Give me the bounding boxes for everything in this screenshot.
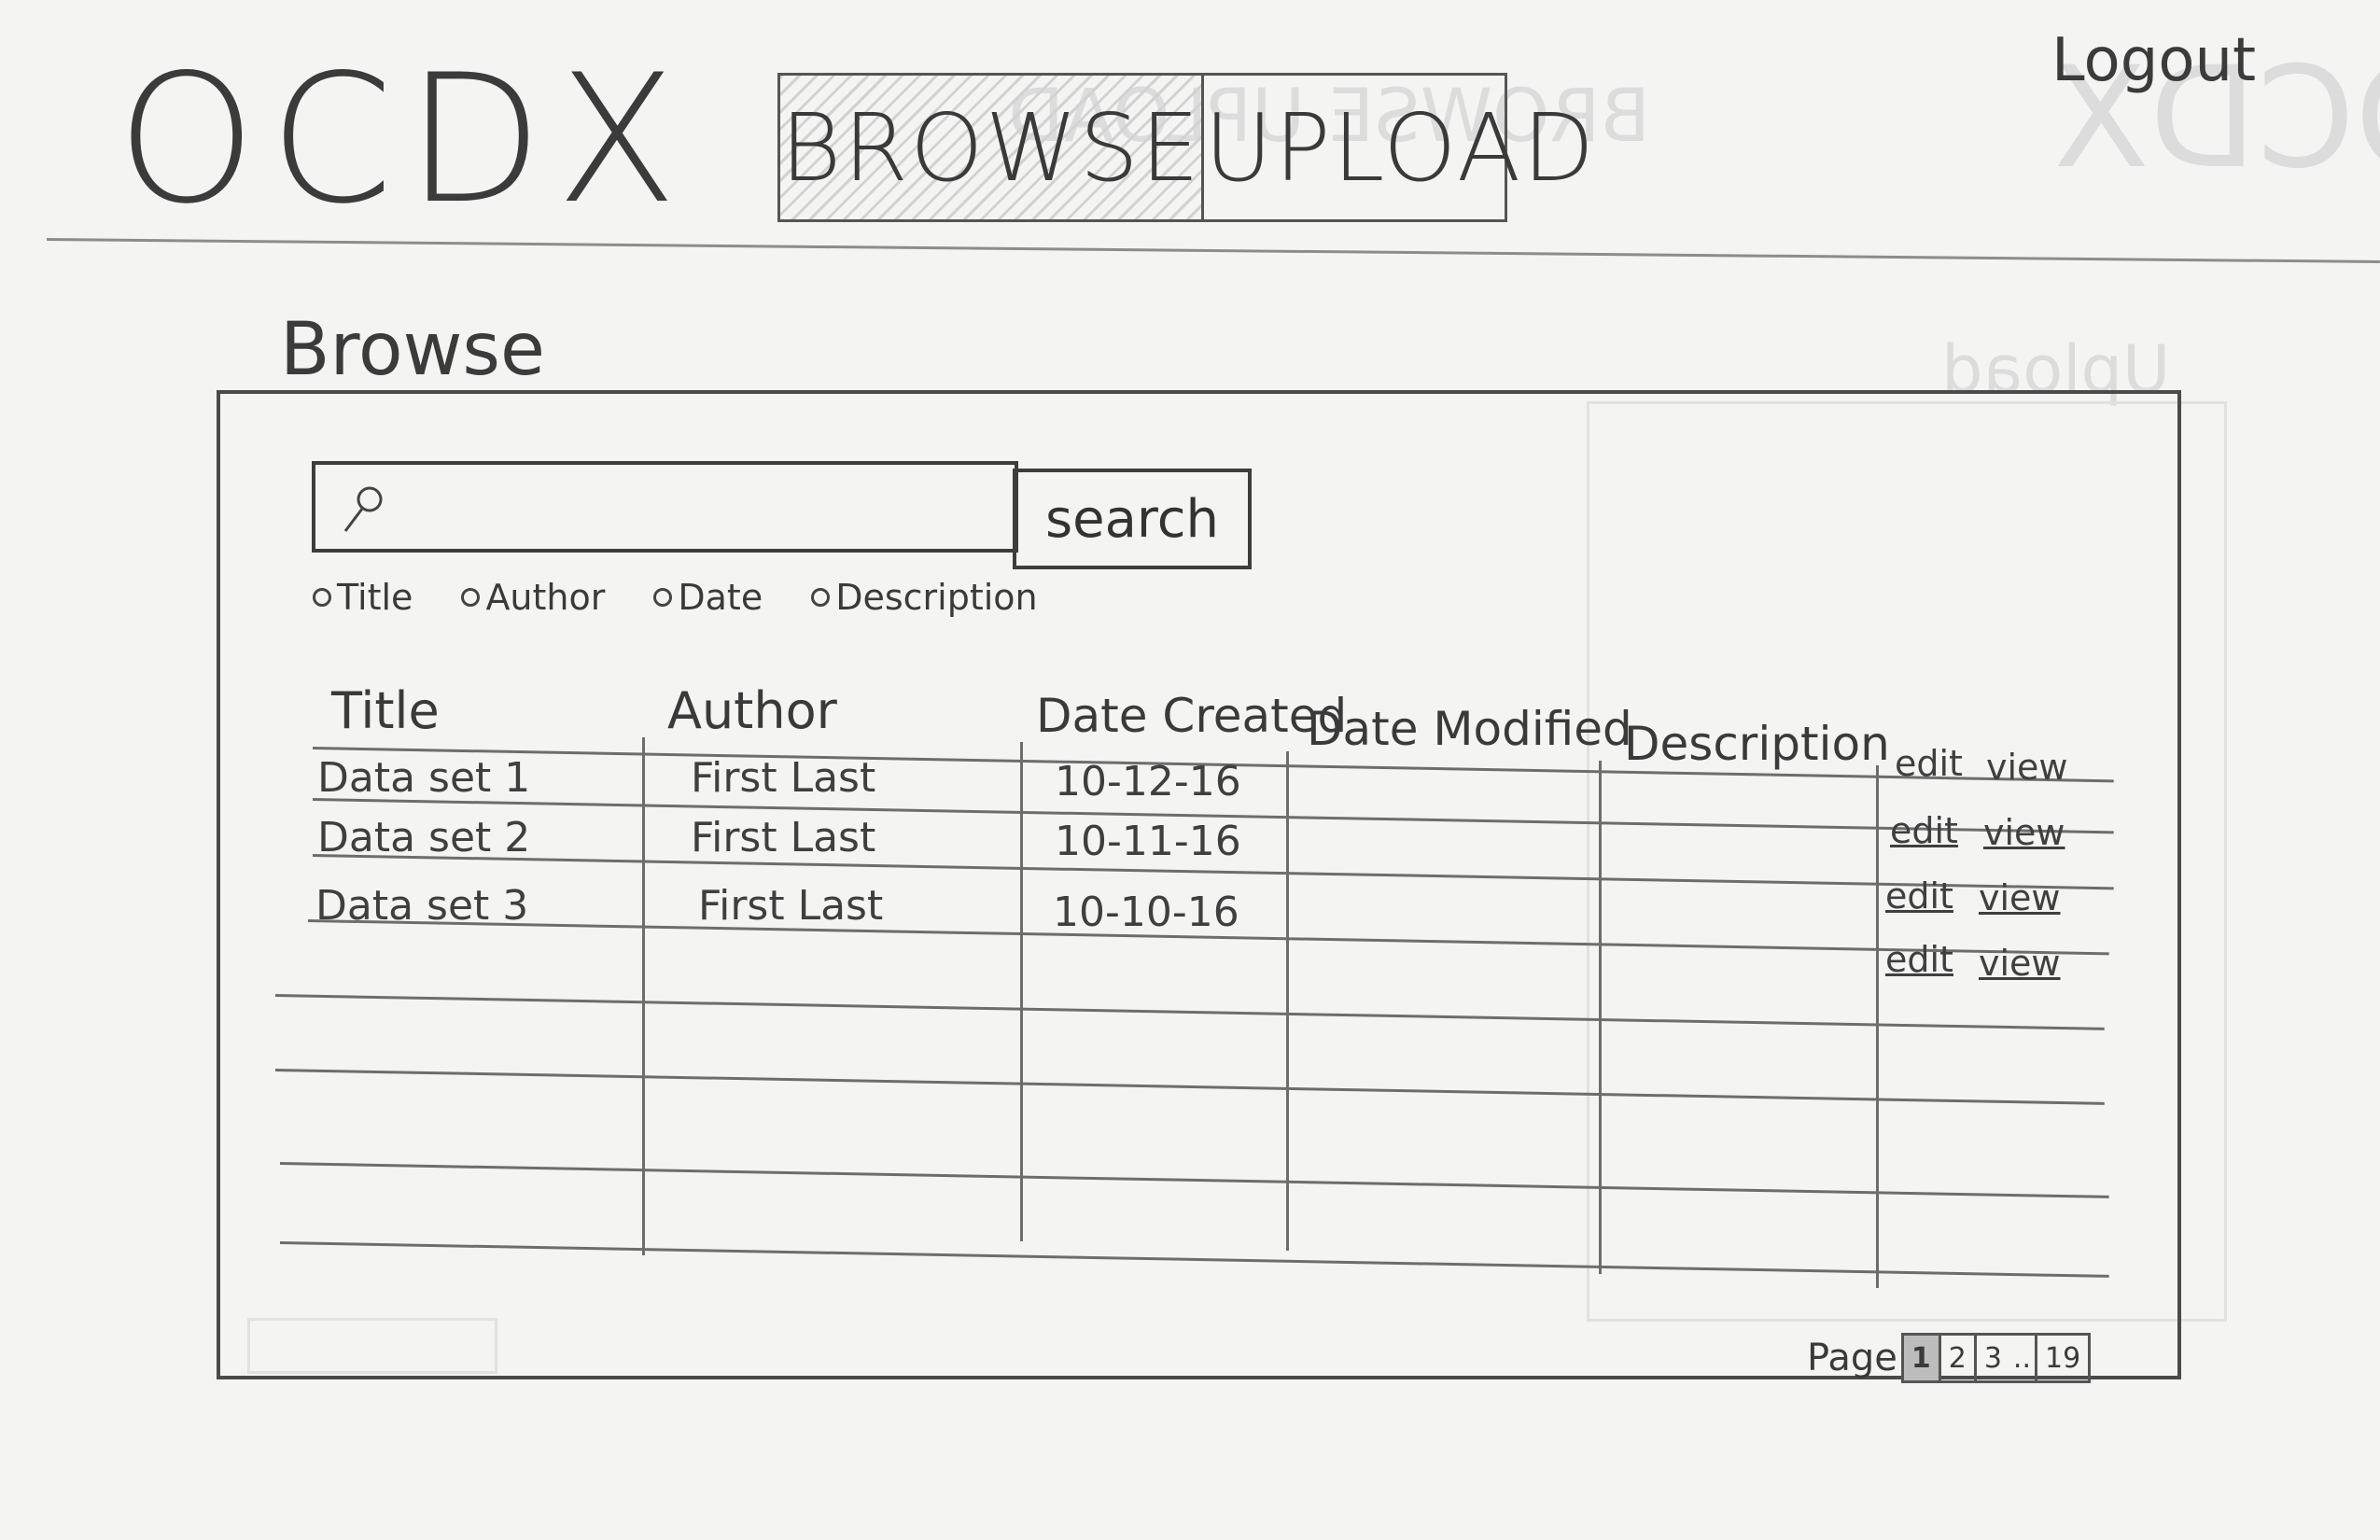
page-button[interactable]: 2 <box>1938 1336 1974 1380</box>
filter-label: Description <box>835 577 1038 618</box>
filter-title[interactable]: Title <box>313 577 413 618</box>
cell-author: First Last <box>691 814 876 861</box>
pagination-pages: 1 2 3 .. 19 <box>1900 1333 2092 1383</box>
view-link[interactable]: view <box>1979 943 2061 984</box>
view-link[interactable]: view <box>1986 747 2068 788</box>
filter-label: Date <box>678 577 763 618</box>
radio-icon[interactable] <box>313 588 331 607</box>
filter-description[interactable]: Description <box>811 577 1038 618</box>
table-column-rule <box>642 737 645 1255</box>
table-column-rule <box>1876 765 1879 1288</box>
tab-browse[interactable]: BROWSE <box>780 76 1205 219</box>
cell-title[interactable]: Data set 3 <box>315 882 528 930</box>
edit-link[interactable]: edit <box>1890 810 1958 851</box>
search-input[interactable] <box>312 461 1018 553</box>
table-column-rule <box>1020 742 1023 1241</box>
filter-author[interactable]: Author <box>461 577 605 618</box>
cell-title[interactable]: Data set 1 <box>317 754 530 802</box>
edit-link[interactable]: edit <box>1895 743 1963 784</box>
main-nav: BROWSE UPLOAD <box>777 73 1594 222</box>
page-button[interactable]: 1 <box>1903 1336 1939 1380</box>
table-column-rule <box>1599 761 1602 1274</box>
edit-link[interactable]: edit <box>1885 875 1953 917</box>
view-link[interactable]: view <box>1983 812 2065 853</box>
column-header-date-modified[interactable]: Date Modified <box>1307 702 1632 756</box>
pagination-ellipsis: .. <box>2012 1341 2031 1375</box>
cell-author: First Last <box>698 882 884 930</box>
view-link[interactable]: view <box>1979 877 2061 918</box>
cell-title[interactable]: Data set 2 <box>317 814 530 861</box>
radio-icon[interactable] <box>461 588 481 607</box>
pagination-label: Page <box>1807 1337 1897 1379</box>
column-header-date-created[interactable]: Date Created <box>1036 689 1347 743</box>
column-header-author[interactable]: Author <box>667 681 837 740</box>
cell-date-created: 10-10-16 <box>1053 889 1239 936</box>
header-divider <box>46 238 2380 263</box>
page-button[interactable]: 3 <box>1973 1336 2009 1380</box>
cell-date-created: 10-11-16 <box>1055 818 1241 865</box>
edit-link[interactable]: edit <box>1885 939 1953 980</box>
cell-author: First Last <box>691 754 876 802</box>
filter-label: Author <box>485 577 606 618</box>
radio-icon[interactable] <box>811 588 831 607</box>
filter-date[interactable]: Date <box>653 577 763 618</box>
table-column-rule <box>1286 751 1289 1251</box>
search-filters: Title Author Date Description <box>313 577 1086 618</box>
cell-date-created: 10-12-16 <box>1055 758 1241 805</box>
tab-upload[interactable]: UPLOAD <box>1204 76 1596 219</box>
page-button-last[interactable]: 19 <box>2034 1336 2088 1380</box>
radio-icon[interactable] <box>653 588 673 607</box>
column-header-description[interactable]: Description <box>1624 717 1890 771</box>
search-icon <box>343 486 383 532</box>
logout-link[interactable]: Logout <box>2051 26 2256 95</box>
page-title: Browse <box>280 308 546 392</box>
column-header-title[interactable]: Title <box>331 681 440 740</box>
filter-label: Title <box>337 577 413 618</box>
app-logo: OCDX <box>117 36 691 243</box>
search-button[interactable]: search <box>1013 469 1252 569</box>
pagination: Page 1 2 3 .. 19 <box>1807 1333 2092 1383</box>
